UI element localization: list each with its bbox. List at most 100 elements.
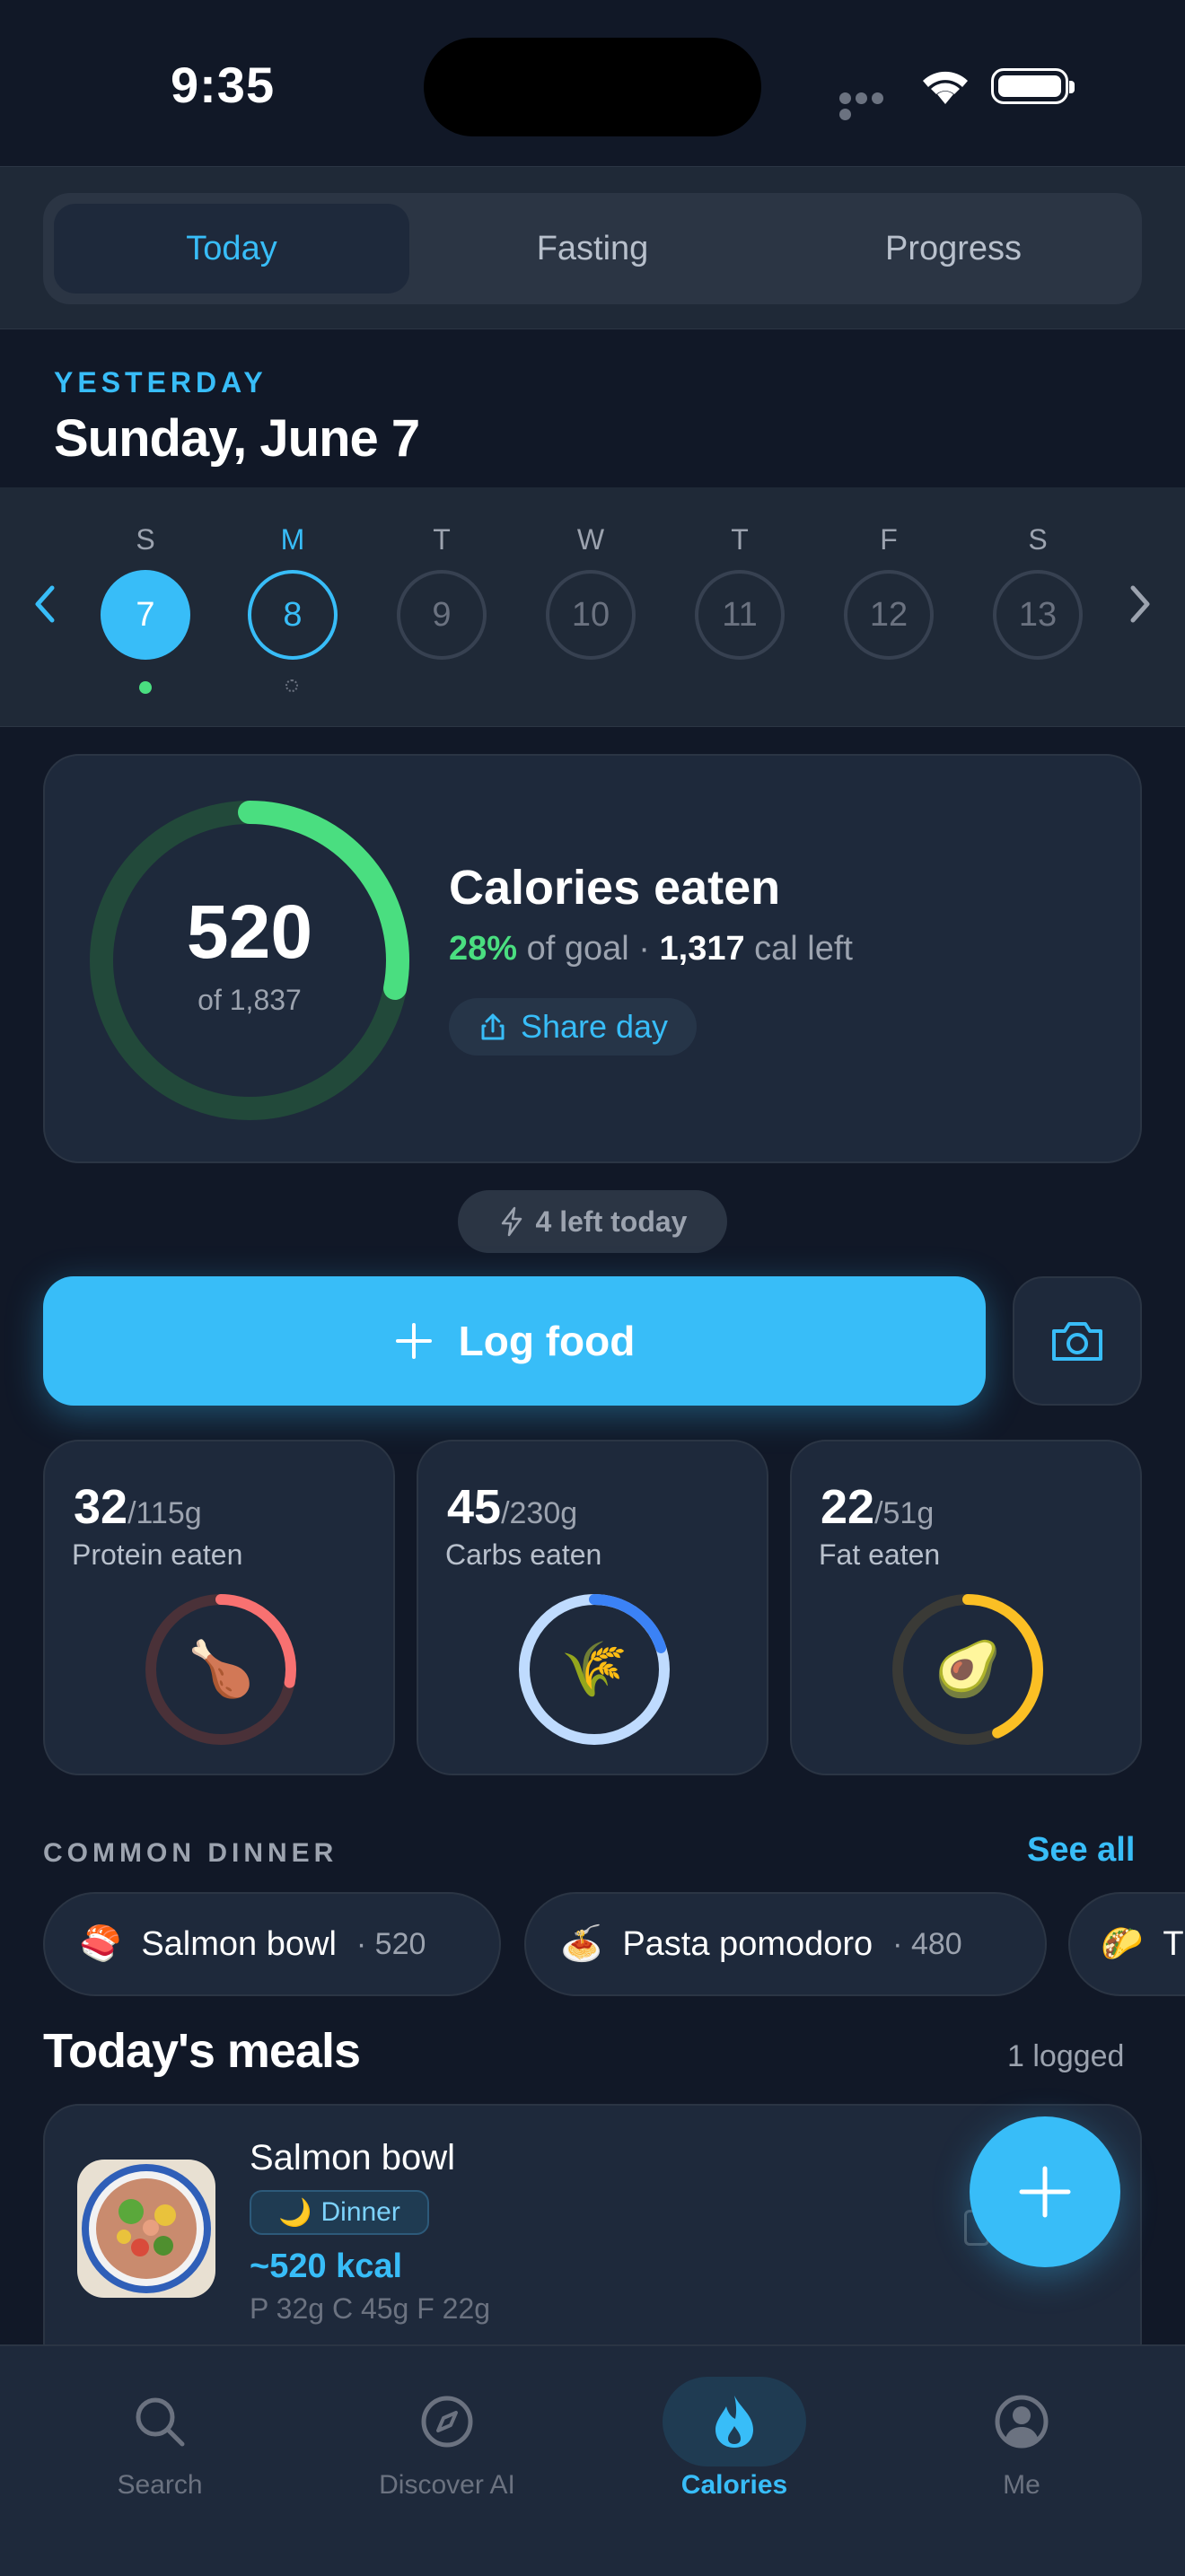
chevron-left-icon[interactable] xyxy=(27,577,63,644)
tab-discover-ai[interactable]: Discover AI xyxy=(330,2366,564,2528)
meal-macros: P 32g C 45g F 22g xyxy=(250,2292,491,2325)
macro-card-protein[interactable]: 32/115g Protein eaten 🍗 xyxy=(43,1440,395,1775)
status-time: 9:35 xyxy=(171,57,276,113)
dynamic-island xyxy=(424,38,761,136)
chip-calories: · 480 xyxy=(892,1926,962,1961)
day-number: 13 xyxy=(993,570,1083,660)
day-letter: S xyxy=(136,523,155,556)
meal-kcal: ~520 kcal xyxy=(250,2247,403,2285)
plus-icon xyxy=(395,1323,432,1359)
section-heading: COMMON DINNER xyxy=(43,1838,338,1868)
goal-percent-suffix: of goal · xyxy=(526,930,650,968)
taco-icon: 🌮 xyxy=(1101,1925,1144,1963)
tab-label: Discover AI xyxy=(379,2470,515,2500)
spaghetti-icon: 🍝 xyxy=(560,1925,603,1963)
date-eyebrow: YESTERDAY xyxy=(54,366,268,399)
day-number: 12 xyxy=(844,570,934,660)
log-food-label: Log food xyxy=(458,1318,636,1364)
tab-today[interactable]: Today xyxy=(54,204,409,294)
fat-value: 22 xyxy=(821,1480,875,1534)
fat-label: Fat eaten xyxy=(819,1538,941,1571)
compass-icon xyxy=(411,2386,483,2458)
tab-fasting[interactable]: Fasting xyxy=(415,204,770,294)
quick-add-chip[interactable]: 🍝 Pasta pomodoro · 480 xyxy=(524,1892,1047,1996)
day-letter: F xyxy=(880,523,898,556)
drumstick-icon: 🍗 xyxy=(187,1639,255,1699)
protein-label: Protein eaten xyxy=(72,1538,243,1571)
moon-icon: 🌙 xyxy=(278,2197,312,2228)
tab-search[interactable]: Search xyxy=(43,2366,276,2528)
plus-icon xyxy=(1019,2166,1071,2218)
chevron-right-icon[interactable] xyxy=(1122,577,1158,635)
day-letter: S xyxy=(1028,523,1048,556)
day-number: 9 xyxy=(397,570,487,660)
camera-icon xyxy=(1052,1322,1102,1361)
carbs-goal: /230g xyxy=(501,1496,578,1530)
day-letter: W xyxy=(576,523,605,556)
macro-value: 32/115g xyxy=(74,1479,202,1535)
day-number: 7 xyxy=(101,570,190,660)
chip-name: T xyxy=(1163,1924,1184,1963)
tab-label: Search xyxy=(117,2470,203,2500)
chip-name: Pasta pomodoro xyxy=(622,1924,873,1963)
quick-add-chip[interactable]: 🍣 Salmon bowl · 520 xyxy=(43,1892,501,1996)
carbs-value: 45 xyxy=(447,1480,502,1534)
see-all-link[interactable]: See all xyxy=(1027,1831,1135,1870)
cellular-signal-icon xyxy=(839,92,902,120)
add-meal-fab[interactable] xyxy=(970,2116,1120,2267)
quota-text: 4 left today xyxy=(535,1205,688,1238)
calories-goal: of 1,837 xyxy=(198,984,302,1016)
week-strip: S 7 M 8 T 9 W 10 T 11 F 12 S 13 xyxy=(0,487,1185,727)
meals-count: 1 logged xyxy=(1007,2039,1125,2073)
macro-card-carbs[interactable]: 45/230g Carbs eaten 🌾 xyxy=(417,1440,768,1775)
day-letter: T xyxy=(433,523,451,556)
avocado-icon: 🥑 xyxy=(934,1639,1002,1699)
carbs-label: Carbs eaten xyxy=(445,1538,602,1571)
day-number: 11 xyxy=(695,570,785,660)
flame-icon xyxy=(663,2377,806,2466)
meal-type-badge: 🌙 Dinner xyxy=(250,2190,429,2235)
day-letter: T xyxy=(731,523,749,556)
chip-calories: · 520 xyxy=(356,1926,426,1961)
macro-value: 45/230g xyxy=(447,1479,577,1535)
page-title: Sunday, June 7 xyxy=(54,409,420,468)
log-food-button[interactable]: Log food xyxy=(43,1276,986,1406)
segmented-control: Today Fasting Progress xyxy=(43,193,1142,304)
protein-goal: /115g xyxy=(127,1496,202,1530)
protein-value: 32 xyxy=(74,1480,128,1534)
calories-summary: 28% of goal · 1,317 cal left xyxy=(449,930,853,968)
tab-progress[interactable]: Progress xyxy=(776,204,1131,294)
share-day-label: Share day xyxy=(520,1008,669,1045)
quick-add-chip[interactable]: 🌮 T xyxy=(1068,1892,1185,1996)
day-letter: M xyxy=(280,523,305,556)
wifi-icon xyxy=(917,65,973,110)
meal-name: Salmon bowl xyxy=(250,2138,456,2177)
day-number: 10 xyxy=(546,570,636,660)
camera-button[interactable] xyxy=(1013,1276,1142,1406)
sushi-icon: 🍣 xyxy=(79,1925,122,1963)
meal-type-label: Dinner xyxy=(320,2197,400,2227)
tab-label: Calories xyxy=(680,2470,788,2500)
meal-photo xyxy=(77,2160,215,2298)
pending-dot xyxy=(285,679,298,692)
day-number: 8 xyxy=(248,570,338,660)
tab-calories[interactable]: Calories xyxy=(618,2366,851,2528)
macro-value: 22/51g xyxy=(821,1479,934,1535)
profile-icon xyxy=(986,2386,1058,2458)
chip-name: Salmon bowl xyxy=(141,1924,337,1963)
share-day-button[interactable]: Share day xyxy=(449,998,697,1056)
macro-card-fat[interactable]: 22/51g Fat eaten 🥑 xyxy=(790,1440,1142,1775)
meals-title: Today's meals xyxy=(43,2024,361,2078)
tab-me[interactable]: Me xyxy=(905,2366,1138,2528)
tab-label: Me xyxy=(1003,2470,1040,2500)
logged-dot xyxy=(139,681,152,694)
rice-icon: 🌾 xyxy=(560,1639,628,1699)
calories-title: Calories eaten xyxy=(449,861,781,915)
fat-goal: /51g xyxy=(874,1496,935,1530)
quota-pill: 4 left today xyxy=(458,1190,727,1253)
calories-left-suffix: cal left xyxy=(754,930,853,968)
share-icon xyxy=(481,1013,505,1040)
goal-percent: 28% xyxy=(449,930,518,968)
bolt-icon xyxy=(501,1206,522,1237)
battery-icon xyxy=(991,68,1075,104)
